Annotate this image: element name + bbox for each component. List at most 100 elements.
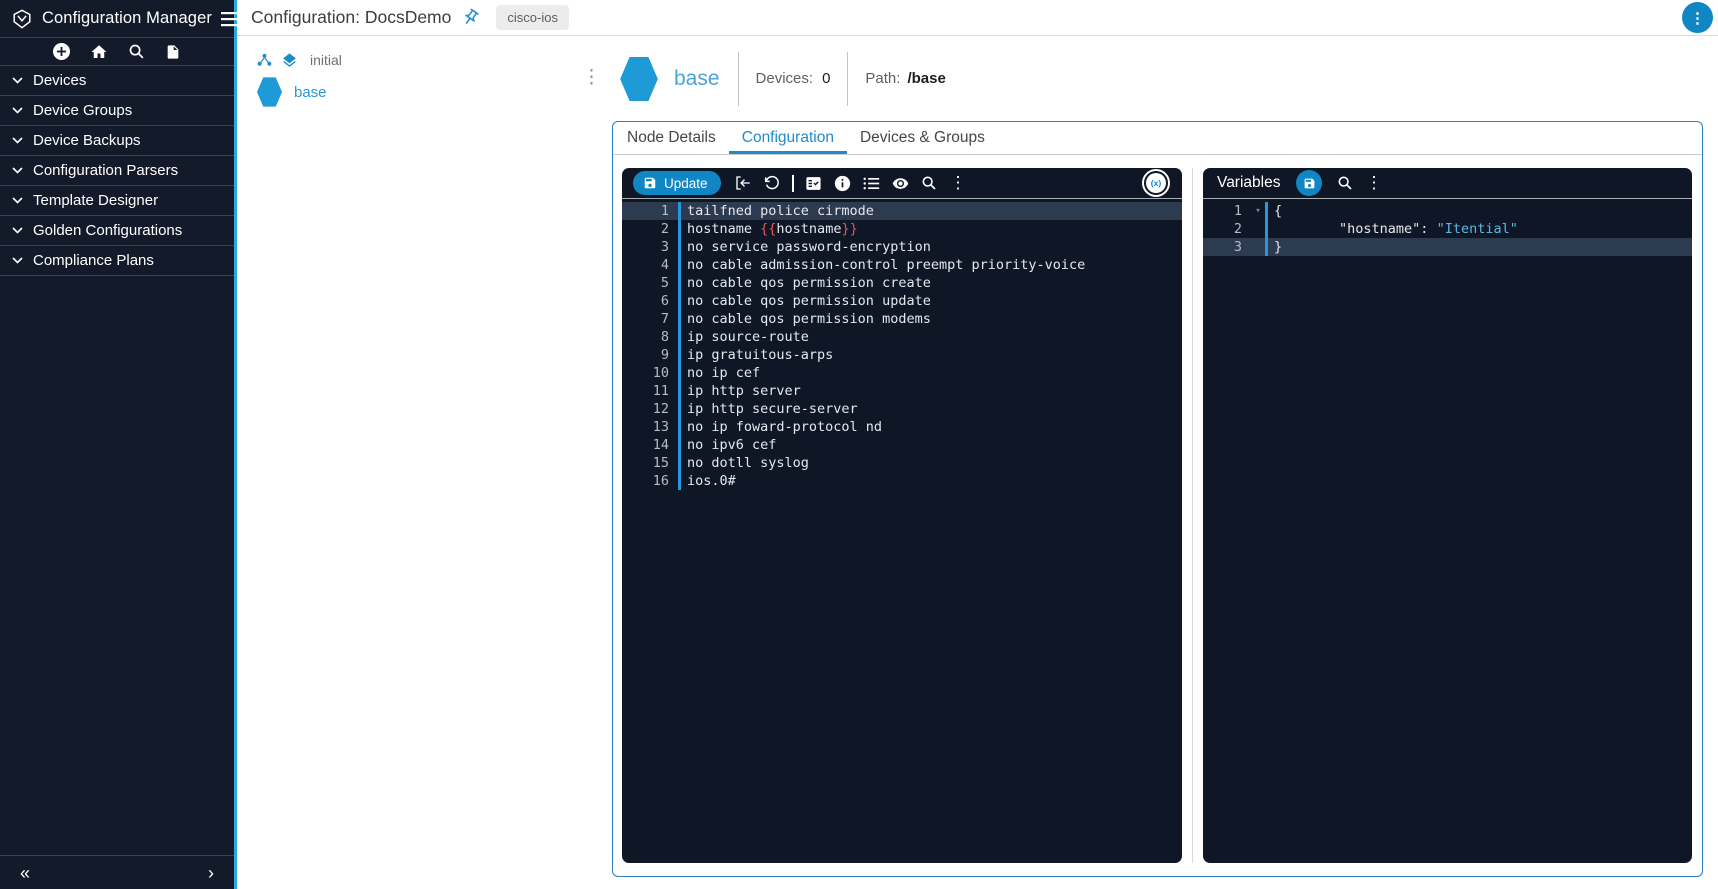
search-icon[interactable] (128, 43, 145, 60)
node-hexagon-icon (257, 77, 282, 107)
fold-caret-icon[interactable]: ▾ (1251, 202, 1265, 220)
sidebar-item-label: Device Backups (33, 132, 141, 149)
fact-check-icon[interactable] (799, 175, 828, 192)
sidebar-item-device-groups[interactable]: Device Groups (0, 96, 234, 126)
app-title: Configuration Manager (42, 9, 212, 27)
node-hexagon-icon (620, 56, 658, 101)
code-line-11[interactable]: 11 ip http server (622, 382, 1182, 400)
code-line-15[interactable]: 15 no dotll syslog (622, 454, 1182, 472)
code-line-12[interactable]: 12 ip http secure-server (622, 400, 1182, 418)
sidebar-item-configuration-parsers[interactable]: Configuration Parsers (0, 156, 234, 186)
update-button[interactable]: Update (633, 171, 721, 195)
sidebar-item-golden-configurations[interactable]: Golden Configurations (0, 216, 234, 246)
node-name: base (674, 66, 720, 90)
sidebar-item-label: Compliance Plans (33, 252, 154, 269)
code-line-16[interactable]: 16 ios.0# (622, 472, 1182, 490)
code-line-13[interactable]: 13 no ip foward-protocol nd (622, 418, 1182, 436)
editor-kebab-icon[interactable]: ⋮ (944, 173, 973, 193)
layers-icon (283, 52, 296, 67)
sidebar-item-device-backups[interactable]: Device Backups (0, 126, 234, 156)
node-header: base Devices: 0 Path: /base (612, 36, 1718, 121)
tab-configuration[interactable]: Configuration (728, 122, 848, 154)
forward-chevron-icon[interactable]: › (208, 864, 214, 882)
code-line-5[interactable]: 5 no cable qos permission create (622, 274, 1182, 292)
code-line-8[interactable]: 8 ip source-route (622, 328, 1182, 346)
code-text: } (1274, 239, 1283, 255)
sidebar-item-compliance-plans[interactable]: Compliance Plans (0, 246, 234, 276)
content-area: initial base ⋮ base Devices: 0 Path: /ba… (237, 36, 1718, 889)
tree-node-row[interactable]: base (257, 77, 582, 107)
code-text: no ipv6 cef (687, 437, 777, 453)
code-text: ip source-route (687, 329, 809, 345)
editors-row: Update ⋮ (x) 1 tailfned police cirmode 2… (613, 155, 1702, 876)
code-text: { (1274, 203, 1283, 219)
sidebar-item-template-designer[interactable]: Template Designer (0, 186, 234, 216)
code-text: no ip cef (687, 365, 761, 381)
tree-kebab-icon[interactable]: ⋮ (582, 36, 612, 889)
more-options-icon[interactable]: ⋮ (1682, 2, 1713, 33)
code-text: ip http secure-server (687, 401, 858, 417)
chevron-down-icon (12, 137, 23, 144)
devices-meta: Devices: 0 (739, 70, 848, 87)
list-icon[interactable] (857, 176, 886, 191)
code-text: ip gratuitous-arps (687, 347, 834, 363)
code-line-4[interactable]: 4 no cable admission-control preempt prio… (622, 256, 1182, 274)
code-text: no service password-encryption (687, 239, 931, 255)
sidebar-quick-actions (0, 38, 234, 66)
variables-badge-icon[interactable]: (x) (1142, 169, 1170, 197)
preview-eye-icon[interactable] (886, 175, 915, 192)
pin-icon[interactable] (461, 8, 480, 27)
tab-devices-groups[interactable]: Devices & Groups (847, 122, 998, 154)
line-number: 3 (1233, 239, 1242, 255)
code-line-3[interactable]: 3 no service password-encryption (622, 238, 1182, 256)
editors-divider (1182, 168, 1203, 863)
collapse-panel-icon[interactable] (729, 175, 758, 191)
line-number: 6 (660, 293, 669, 309)
variables-kebab-icon[interactable]: ⋮ (1359, 173, 1388, 193)
search-icon[interactable] (1330, 175, 1359, 191)
info-icon[interactable] (828, 175, 857, 192)
code-line-7[interactable]: 7 no cable qos permission modems (622, 310, 1182, 328)
search-icon[interactable] (915, 175, 944, 191)
line-number: 14 (652, 437, 669, 453)
line-number: 7 (660, 311, 669, 327)
document-icon[interactable] (165, 43, 181, 61)
sidebar-item-label: Devices (33, 72, 87, 89)
sidebar-footer: « › (0, 855, 234, 889)
configuration-code-area[interactable]: 1 tailfned police cirmode 2 hostname {{host… (622, 199, 1182, 863)
code-text: no cable qos permission update (687, 293, 931, 309)
device-type-chip: cisco-ios (496, 5, 569, 30)
chevron-down-icon (12, 227, 23, 234)
code-text: tailfned police cirmode (687, 203, 874, 219)
sidebar-header: Configuration Manager (0, 0, 241, 38)
variables-code-area[interactable]: 1 ▾{2 "hostname": "Itential" 3} (1203, 199, 1692, 863)
line-number: 3 (660, 239, 669, 255)
code-text: hostname {{hostname}} (687, 221, 858, 237)
save-variables-button[interactable] (1296, 170, 1323, 196)
collapse-sidebar-icon[interactable]: « (20, 864, 30, 882)
code-line-10[interactable]: 10 no ip cef (622, 364, 1182, 382)
code-line-14[interactable]: 14 no ipv6 cef (622, 436, 1182, 454)
line-number: 2 (1233, 221, 1242, 237)
code-text: no ip foward-protocol nd (687, 419, 883, 435)
sidebar-item-label: Device Groups (33, 102, 133, 119)
code-line-6[interactable]: 6 no cable qos permission update (622, 292, 1182, 310)
code-line-9[interactable]: 9 ip gratuitous-arps (622, 346, 1182, 364)
line-number: 8 (660, 329, 669, 345)
home-icon[interactable] (90, 43, 108, 61)
code-line-1[interactable]: 1 tailfned police cirmode (622, 202, 1182, 220)
code-line-2[interactable]: 2 "hostname": "Itential" (1203, 220, 1692, 238)
tab-node-details[interactable]: Node Details (614, 122, 729, 154)
node-detail-column: base Devices: 0 Path: /base Node Details… (612, 36, 1718, 889)
undo-icon[interactable] (758, 175, 787, 191)
code-line-2[interactable]: 2 hostname {{hostname}} (622, 220, 1182, 238)
tree-root-row[interactable]: initial (257, 49, 582, 71)
configuration-editor: Update ⋮ (x) 1 tailfned police cirmode 2… (622, 168, 1182, 863)
sidebar-item-devices[interactable]: Devices (0, 66, 234, 96)
line-number: 11 (652, 383, 669, 399)
code-line-3[interactable]: 3} (1203, 238, 1692, 256)
code-line-1[interactable]: 1 ▾ { (1203, 202, 1692, 220)
add-icon[interactable] (53, 43, 70, 60)
hierarchy-icon (257, 53, 272, 66)
